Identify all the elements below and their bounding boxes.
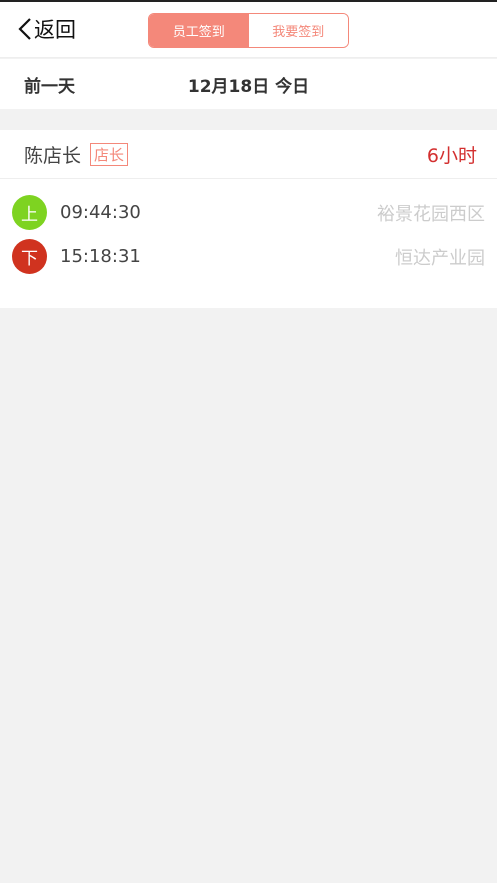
date-navigation: 前一天 12月18日 今日 (0, 59, 497, 109)
top-nav-bar: 返回 员工签到 我要签到 (0, 0, 497, 58)
tab-my-signin[interactable]: 我要签到 (248, 14, 348, 47)
back-button[interactable]: 返回 (16, 14, 76, 44)
checkin-time: 09:44:30 (60, 202, 141, 223)
checkin-icon: 上 (12, 195, 47, 230)
signin-mode-toggle: 员工签到 我要签到 (148, 13, 349, 48)
role-badge: 店长 (90, 143, 129, 166)
checkout-location: 恒达产业园 (395, 247, 485, 269)
employee-name: 陈店长 (24, 145, 82, 167)
back-label: 返回 (34, 18, 76, 42)
employee-header: 陈店长 店长 6小时 (0, 130, 497, 179)
checkout-record: 下 15:18:31 恒达产业园 (0, 239, 497, 275)
checkout-icon: 下 (12, 239, 47, 274)
checkin-location: 裕景花园西区 (377, 203, 485, 225)
checkin-record: 上 09:44:30 裕景花园西区 (0, 195, 497, 231)
chevron-left-icon (18, 18, 31, 40)
tab-employee-signin[interactable]: 员工签到 (149, 14, 249, 47)
work-hours: 6小时 (426, 145, 477, 167)
employee-attendance-card: 陈店长 店长 6小时 上 09:44:30 裕景花园西区 下 15:18:31 … (0, 130, 497, 308)
checkout-time: 15:18:31 (60, 246, 141, 267)
previous-day-button[interactable]: 前一天 (24, 59, 75, 109)
